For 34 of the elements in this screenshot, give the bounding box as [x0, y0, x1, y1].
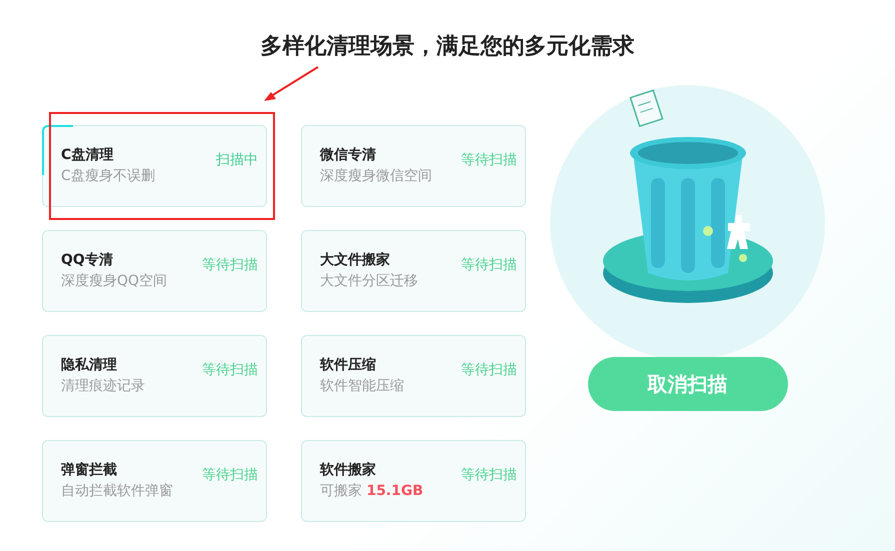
card-subtitle: 深度瘦身QQ空间: [61, 272, 168, 291]
card-title: 隐私清理: [61, 356, 118, 375]
scene-card[interactable]: 大文件搬家 大文件分区迁移 等待扫描: [301, 230, 526, 312]
page-heading: 多样化清理场景，满足您的多元化需求: [260, 33, 634, 61]
scene-card[interactable]: QQ专清 深度瘦身QQ空间 等待扫描: [42, 230, 267, 312]
card-title: C盘清理: [61, 146, 114, 165]
card-subtitle: 自动拦截软件弹窗: [61, 482, 174, 501]
card-subtitle: C盘瘦身不误删: [61, 167, 156, 186]
scan-status: 等待扫描: [461, 256, 517, 274]
scene-card[interactable]: 弹窗拦截 自动拦截软件弹窗 等待扫描: [42, 440, 267, 522]
scene-card[interactable]: 软件压缩 软件智能压缩 等待扫描: [301, 335, 526, 417]
card-subtitle: 软件智能压缩: [320, 377, 405, 396]
card-title: 软件搬家: [320, 460, 377, 480]
scan-status: 扫描中: [216, 150, 258, 170]
card-subtitle: 深度瘦身微信空间: [320, 167, 433, 186]
scan-status: 等待扫描: [202, 360, 258, 380]
card-title: QQ专清: [61, 251, 114, 270]
scene-card[interactable]: 微信专清 深度瘦身微信空间 等待扫描: [301, 125, 526, 207]
scan-status: 等待扫描: [202, 466, 258, 484]
scan-status: 等待扫描: [461, 150, 517, 170]
card-subtitle: 可搬家 15.1GB: [320, 482, 424, 501]
scan-status: 等待扫描: [461, 466, 517, 484]
card-title: 软件压缩: [320, 356, 377, 375]
scene-card[interactable]: 隐私清理 清理痕迹记录 等待扫描: [42, 335, 267, 417]
scan-status: 等待扫描: [461, 360, 517, 380]
card-subtitle: 清理痕迹记录: [61, 377, 146, 396]
scene-card[interactable]: C盘清理 C盘瘦身不误删 扫描中: [42, 125, 267, 207]
card-title: 微信专清: [320, 146, 377, 165]
arrow-icon: [262, 65, 320, 103]
scene-card[interactable]: 软件搬家 可搬家 15.1GB 等待扫描: [301, 440, 526, 522]
card-title: 弹窗拦截: [61, 460, 118, 480]
card-subtitle: 大文件分区迁移: [320, 272, 419, 291]
scan-status: 等待扫描: [202, 256, 258, 274]
card-title: 大文件搬家: [320, 250, 391, 270]
